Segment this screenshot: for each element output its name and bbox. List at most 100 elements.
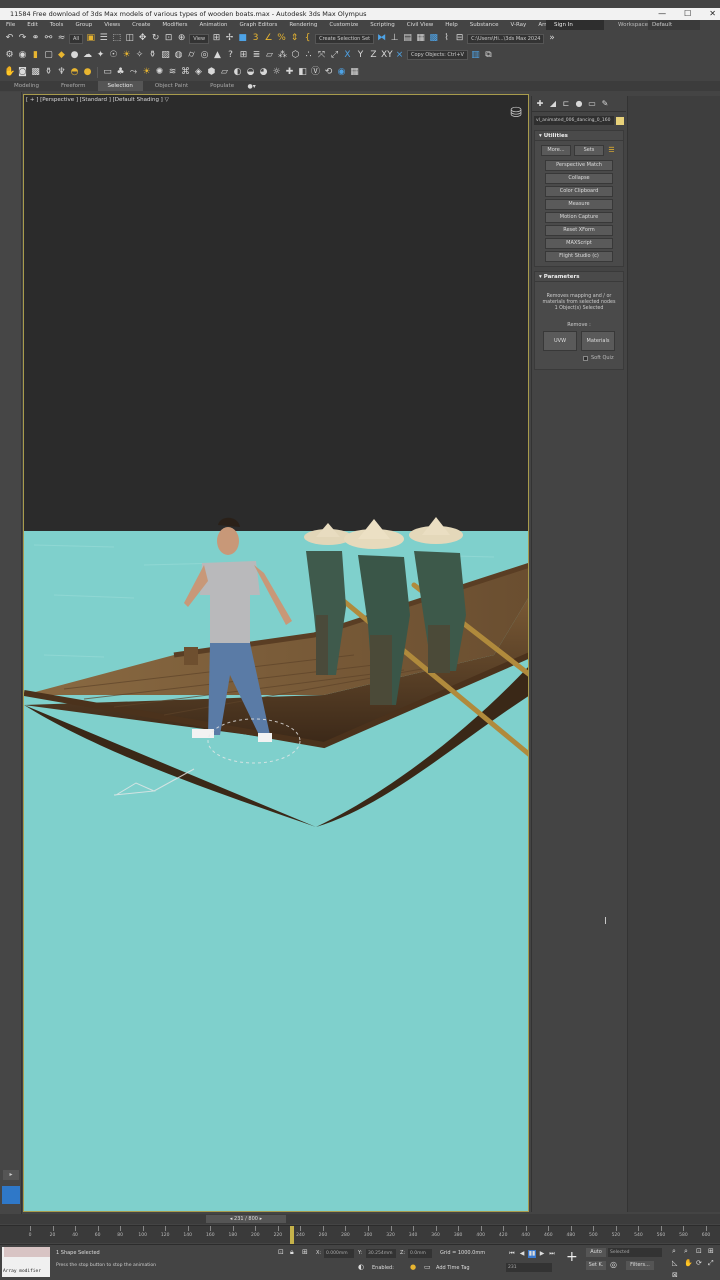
walk-through-icon[interactable]: ⊠ (672, 1271, 678, 1279)
menu-graph-editors[interactable]: Graph Editors (234, 22, 284, 28)
menu-group[interactable]: Group (69, 22, 98, 28)
key-selection-dropdown[interactable]: Selected (608, 1248, 662, 1257)
axis-z-button[interactable]: Z (368, 50, 379, 61)
plane-icon[interactable]: ▱ (264, 50, 275, 61)
project-path-dropdown[interactable]: C:\Users\Hi...\3ds Max 2024 (467, 33, 545, 44)
menu-civil-view[interactable]: Civil View (401, 22, 439, 28)
more-button[interactable]: More... (541, 145, 571, 156)
close-button[interactable]: ✕ (709, 8, 716, 20)
tab-freeform[interactable]: Freeform (51, 81, 96, 91)
flight-studio-button[interactable]: Flight Studio (c) (545, 251, 613, 262)
maximize-button[interactable]: ☐ (684, 8, 691, 20)
scene-states-icon[interactable]: ▩ (30, 67, 41, 78)
field-of-view-icon[interactable]: ◺ (672, 1259, 677, 1267)
copy-objects-field[interactable]: Copy Objects: Ctrl+V (407, 50, 468, 60)
pivot-center-icon[interactable]: ⊞ (211, 33, 222, 44)
toggle-layer-explorer-icon[interactable]: ▦ (415, 33, 426, 44)
key-filters-button[interactable]: Filters... (626, 1261, 654, 1270)
cone-icon[interactable]: ▲ (212, 50, 223, 61)
reference-coord-dropdown[interactable]: View (189, 33, 210, 44)
sign-in-button[interactable]: Sign In (546, 20, 604, 30)
minimize-button[interactable]: — (658, 8, 666, 20)
render-frame-icon[interactable]: ▥ (470, 50, 481, 61)
create-tab-icon[interactable]: ✚ (535, 98, 545, 109)
foliage-icon[interactable]: ♣ (115, 67, 126, 78)
menu-help[interactable]: Help (439, 22, 464, 28)
menu-views[interactable]: Views (98, 22, 126, 28)
previous-frame-icon[interactable]: ◀ (518, 1250, 526, 1258)
hierarchy-tab-icon[interactable]: ⊏ (561, 98, 571, 109)
utilities-rollout-header[interactable]: ▾ Utilities (535, 131, 623, 141)
selection-lock-icon[interactable]: 🔒︎ (290, 1248, 294, 1257)
align-icon[interactable]: ⊥ (389, 33, 400, 44)
scene-settings-icon[interactable]: ⚙ (4, 50, 15, 61)
zoom-extents-icon[interactable]: ⊡ (696, 1247, 702, 1255)
spinner-snap-icon[interactable]: ⇕ (289, 33, 300, 44)
maximize-viewport-icon[interactable]: ⤢ (708, 1259, 714, 1268)
vray-sun-icon[interactable]: ☼ (271, 67, 282, 78)
viewcube-icon[interactable]: ⛁ (510, 105, 522, 121)
vray-dome-icon[interactable]: ◒ (245, 67, 256, 78)
absolute-mode-icon[interactable]: ⊞ (302, 1248, 308, 1256)
fur-icon[interactable]: ⌘ (180, 67, 191, 78)
menu-scripting[interactable]: Scripting (364, 22, 400, 28)
active-shade-icon[interactable]: ✦ (95, 50, 106, 61)
materials-button[interactable]: Materials (581, 331, 615, 351)
select-scale-icon[interactable]: ⊡ (163, 33, 174, 44)
keyboard-shortcut-toggle-icon[interactable]: ■ (237, 33, 248, 44)
timeline-track[interactable]: 0 20 40 60 80 100 120 140 160 180 200 220 240 260 280 3… (0, 1225, 720, 1244)
axis-x-button[interactable]: X (342, 50, 353, 61)
zoom-all-icon[interactable]: ⌕ (684, 1247, 688, 1256)
edit-named-selection-icon[interactable]: { (302, 33, 313, 44)
torus-icon[interactable]: ◎ (199, 50, 210, 61)
workspaces-dropdown[interactable]: Default (648, 20, 700, 30)
display-tab-icon[interactable]: ▭ (587, 98, 597, 109)
menu-substance[interactable]: Substance (464, 22, 505, 28)
select-rotate-icon[interactable]: ↻ (150, 33, 161, 44)
polygon-icon[interactable]: ⬡ (290, 50, 301, 61)
material-editor-icon[interactable]: ● (69, 50, 80, 61)
vray-mesh-icon[interactable]: ◈ (193, 67, 204, 78)
motion-tab-icon[interactable]: ● (574, 98, 584, 109)
select-place-icon[interactable]: ⊕ (176, 33, 187, 44)
camera-view-icon[interactable]: ◙ (17, 67, 28, 78)
z-coord-field[interactable]: 0.0mm (408, 1249, 432, 1258)
measure-button[interactable]: Measure (545, 199, 613, 210)
display-icon[interactable]: ▭ (102, 67, 113, 78)
expand-icon[interactable]: ▸ (3, 1170, 19, 1180)
sets-button[interactable]: Sets (574, 145, 604, 156)
daylight-icon[interactable]: ☀ (141, 67, 152, 78)
hat-icon[interactable]: ◓ (69, 67, 80, 78)
mirror-icon[interactable]: ⧓ (376, 33, 387, 44)
viewport-label[interactable]: [ + ] [Perspective ] [Standard ] [Defaul… (26, 97, 169, 103)
set-key-button[interactable]: Set K. (586, 1261, 606, 1270)
light-icon[interactable]: ☀ (121, 50, 132, 61)
menu-edit[interactable]: Edit (21, 22, 44, 28)
key-mode-icon[interactable]: ◎ (610, 1260, 617, 1269)
object-name-field[interactable]: vl_animated_006_dancing_0_160 (534, 116, 614, 125)
menu-file[interactable]: File (0, 22, 21, 28)
uvw-button[interactable]: UVW (543, 331, 577, 351)
zoom-icon[interactable]: ⌕ (672, 1247, 676, 1256)
vray-plane-icon[interactable]: ▱ (219, 67, 230, 78)
menu-animation[interactable]: Animation (194, 22, 234, 28)
next-frame-button-icon[interactable]: ▶ (538, 1250, 546, 1258)
selection-filter-dropdown[interactable]: All (69, 33, 84, 44)
perspective-viewport[interactable]: [ + ] [Perspective ] [Standard ] [Defaul… (23, 94, 529, 1212)
current-frame-field[interactable]: 231 (506, 1263, 552, 1272)
layers-icon[interactable]: ⧉ (483, 50, 494, 61)
auto-key-button[interactable]: Auto (586, 1248, 606, 1257)
zoom-extents-all-icon[interactable]: ⊞ (708, 1247, 714, 1255)
arnold-render-icon[interactable]: ▦ (349, 67, 360, 78)
named-selection-dropdown[interactable]: Create Selection Set (315, 33, 375, 44)
ribbon-options-icon[interactable]: ●▾ (246, 81, 257, 92)
teapot-icon[interactable]: ⚱ (147, 50, 158, 61)
go-to-end-icon[interactable]: ⏭ (548, 1250, 556, 1258)
vray-toggle-icon[interactable]: ◧ (297, 67, 308, 78)
render-setup-icon[interactable]: ▮ (30, 50, 41, 61)
scene-converter-icon[interactable]: ⟲ (323, 67, 334, 78)
color-clipboard-button[interactable]: Color Clipboard (545, 186, 613, 197)
percent-snap-icon[interactable]: % (276, 33, 287, 44)
lamp-icon[interactable]: ♆ (56, 67, 67, 78)
adaptive-degradation-icon[interactable]: ◐ (358, 1263, 364, 1271)
